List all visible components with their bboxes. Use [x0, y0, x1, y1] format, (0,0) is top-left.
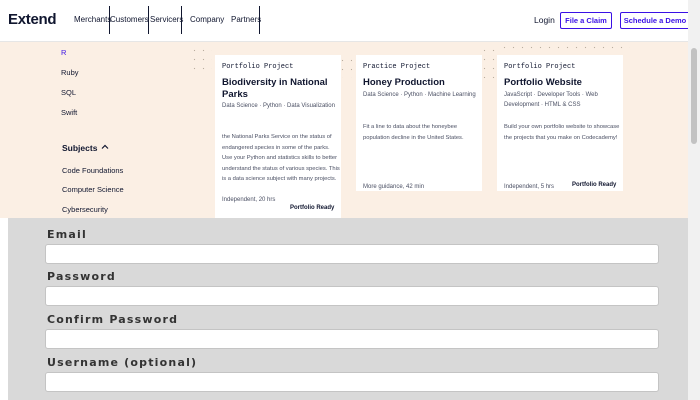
nav-divider — [259, 6, 260, 34]
menu-item-code-foundations[interactable]: Code Foundations — [62, 166, 123, 175]
card-description: Fit a line to data about the honeybee po… — [363, 124, 464, 141]
portfolio-ready-badge: Portfolio Ready — [572, 182, 617, 188]
card-title: Portfolio Website — [504, 77, 582, 88]
card-meta: Independent, 20 hrs — [222, 197, 276, 203]
decorative-dots — [500, 43, 630, 51]
menu-item-cybersecurity[interactable]: Cybersecurity — [62, 205, 108, 214]
confirm-password-field[interactable] — [45, 329, 659, 349]
menu-item-computer-science[interactable]: Computer Science — [62, 185, 124, 194]
confirm-password-label: Confirm Password — [47, 313, 179, 326]
username-label: Username (optional) — [47, 356, 198, 369]
card-tags: Data Science · Python · Data Visualizati… — [222, 103, 335, 109]
card-description: Build your own portfolio website to show… — [504, 124, 620, 141]
card-type: Portfolio Project — [504, 63, 576, 71]
card-meta: Independent, 5 hrs — [504, 184, 555, 190]
password-field[interactable] — [45, 286, 659, 306]
card-tags: JavaScript · Developer Tools · Web Devel… — [504, 92, 598, 108]
login-link[interactable]: Login — [534, 15, 555, 25]
subjects-heading[interactable]: Subjects — [62, 143, 97, 153]
card-title: Biodiversity in National Parks — [222, 77, 328, 100]
decorative-dots — [190, 46, 212, 76]
nav-partners[interactable]: Partners — [231, 15, 261, 24]
menu-item-ruby[interactable]: Ruby — [61, 68, 79, 77]
card-type: Practice Project — [363, 63, 431, 71]
file-claim-button[interactable]: File a Claim — [560, 12, 612, 29]
nav-divider — [148, 6, 149, 34]
card-tags: Data Science · Python · Machine Learning — [363, 92, 476, 98]
username-field[interactable] — [45, 372, 659, 392]
nav-servicers[interactable]: Servicers — [150, 15, 183, 24]
decorative-dots — [480, 46, 498, 78]
menu-item-r[interactable]: R — [61, 48, 66, 57]
menu-item-swift[interactable]: Swift — [61, 108, 77, 117]
nav-divider — [181, 6, 182, 34]
card-type: Portfolio Project — [222, 63, 294, 71]
email-label: Email — [47, 228, 87, 241]
project-card[interactable]: Practice Project Honey Production Data S… — [356, 55, 482, 191]
menu-item-sql[interactable]: SQL — [61, 88, 76, 97]
site-header: Extend Merchants Customers Servicers Com… — [0, 0, 700, 42]
chevron-up-icon[interactable] — [101, 143, 109, 153]
card-description: the National Parks Service on the status… — [222, 134, 340, 182]
logo[interactable]: Extend — [8, 11, 57, 28]
email-field[interactable] — [45, 244, 659, 264]
nav-merchants[interactable]: Merchants — [74, 15, 111, 24]
card-title: Honey Production — [363, 77, 445, 88]
schedule-demo-button[interactable]: Schedule a Demo — [620, 12, 690, 29]
nav-customers[interactable]: Customers — [110, 15, 149, 24]
password-label: Password — [47, 270, 116, 283]
project-card[interactable]: Portfolio Project Portfolio Website Java… — [497, 55, 623, 191]
nav-company[interactable]: Company — [190, 15, 224, 24]
scrollbar-thumb[interactable] — [691, 48, 697, 144]
portfolio-ready-badge: Portfolio Ready — [290, 205, 335, 211]
card-meta: More guidance, 42 min — [363, 184, 425, 190]
project-card[interactable]: Portfolio Project Biodiversity in Nation… — [215, 55, 341, 218]
